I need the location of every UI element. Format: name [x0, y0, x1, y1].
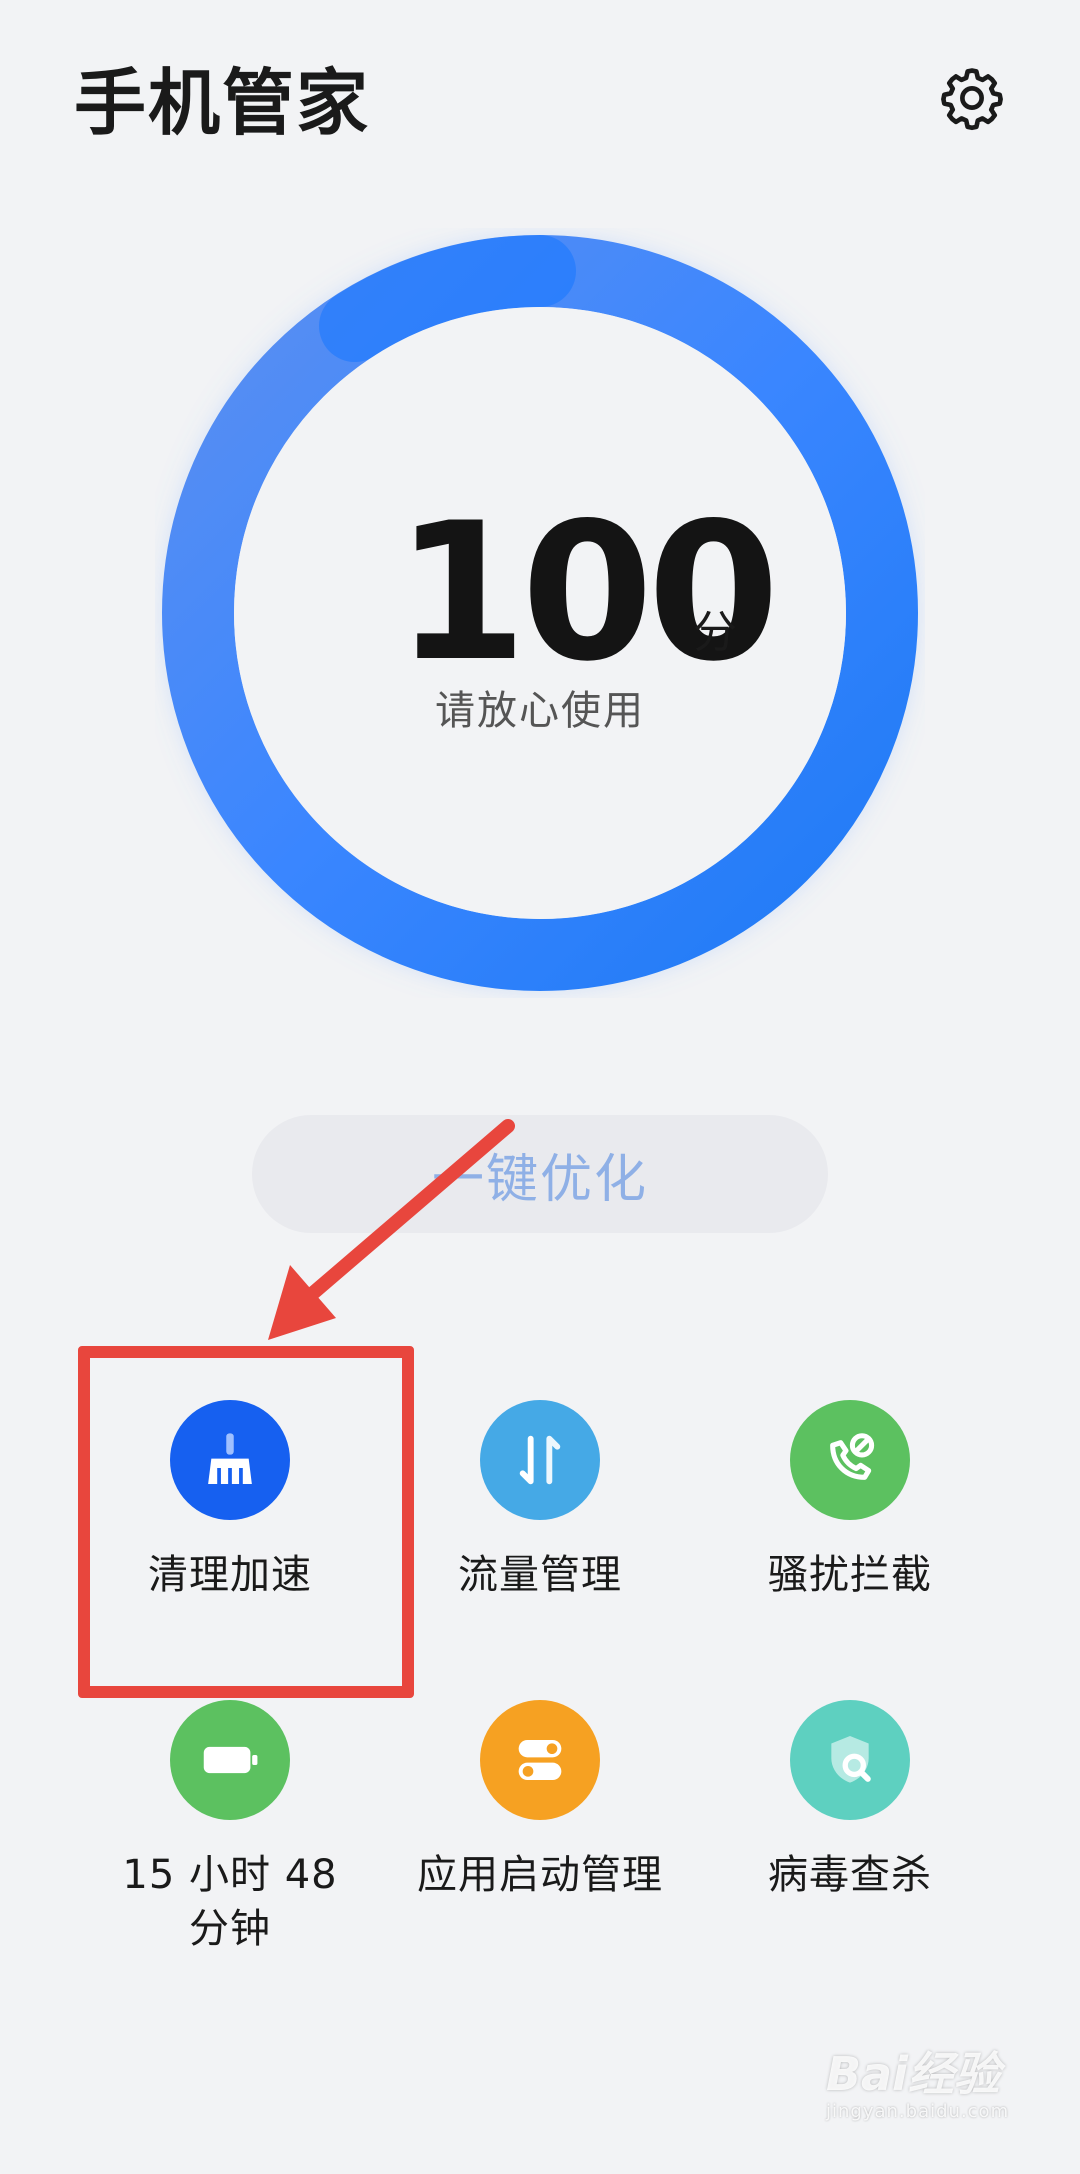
- score-ring: 100 分 请放心使用: [155, 228, 925, 998]
- watermark: Bai经验 jingyan.baidu.com: [826, 2048, 1046, 2158]
- tool-label: 病毒查杀: [768, 1852, 932, 1898]
- tool-label: 骚扰拦截: [768, 1552, 932, 1598]
- gear-icon: [941, 68, 1003, 131]
- page-title: 手机管家: [74, 61, 371, 145]
- tool-item-data-management[interactable]: 流量管理: [390, 1400, 690, 1602]
- tool-label: 15 小时 48 分钟: [122, 1852, 338, 1952]
- tool-item-battery[interactable]: 15 小时 48 分钟: [80, 1700, 380, 1956]
- score-value: 100: [395, 482, 780, 703]
- one-click-optimize-button[interactable]: 一键优化: [252, 1115, 828, 1233]
- app-header: 手机管家: [0, 0, 1080, 200]
- tool-item-clean-speedup[interactable]: 清理加速: [80, 1400, 380, 1602]
- toggle-switch-icon: [480, 1700, 600, 1820]
- tool-item-virus-scan[interactable]: 病毒查杀: [700, 1700, 1000, 1902]
- tool-label: 流量管理: [458, 1552, 622, 1598]
- data-transfer-icon: [480, 1400, 600, 1520]
- score-status-text: 请放心使用: [435, 688, 645, 734]
- watermark-url: jingyan.baidu.com: [826, 2101, 1010, 2122]
- battery-icon: [170, 1700, 290, 1820]
- tool-item-app-launch-management[interactable]: 应用启动管理: [390, 1700, 690, 1902]
- tool-label: 清理加速: [148, 1552, 312, 1598]
- broom-icon: [170, 1400, 290, 1520]
- phone-block-icon: [790, 1400, 910, 1520]
- settings-button[interactable]: [930, 56, 1014, 140]
- score-unit: 分: [693, 607, 737, 658]
- watermark-brand: Bai经验: [826, 2047, 1000, 2101]
- tool-label: 应用启动管理: [417, 1852, 663, 1898]
- tool-item-harassment-block[interactable]: 骚扰拦截: [700, 1400, 1000, 1602]
- shield-search-icon: [790, 1700, 910, 1820]
